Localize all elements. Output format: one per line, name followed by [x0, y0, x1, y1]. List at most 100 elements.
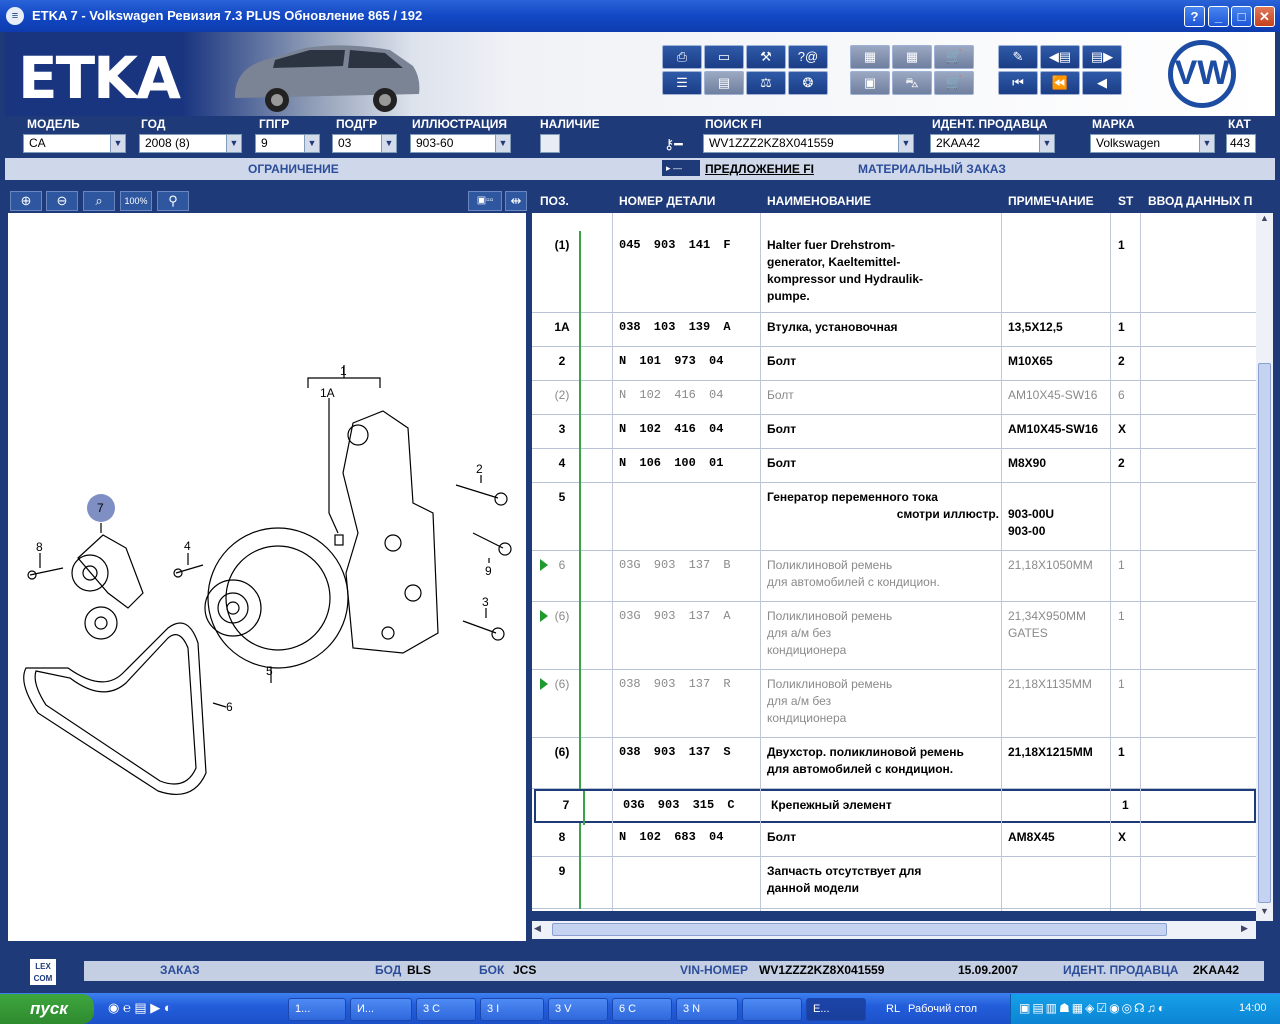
chevron-down-icon[interactable]: ▼: [1199, 134, 1215, 153]
material-order-link[interactable]: МАТЕРИАЛЬНЫЙ ЗАКАЗ: [858, 162, 1006, 176]
app-icon[interactable]: ≡: [6, 7, 24, 25]
table-row[interactable]: 1A 038 103 139 A Втулка, установочная 13,5X…: [532, 313, 1256, 347]
chevron-down-icon[interactable]: ▼: [110, 134, 126, 153]
main-group-select[interactable]: 9: [255, 134, 305, 153]
zoom-100-icon[interactable]: 100%: [120, 191, 152, 211]
next-page-icon[interactable]: ▤▶: [1082, 45, 1122, 69]
taskbar-task[interactable]: [742, 998, 802, 1021]
chevron-down-icon[interactable]: ▼: [495, 134, 511, 153]
maximize-button[interactable]: □: [1231, 6, 1252, 27]
desktop-toolbar[interactable]: Рабочий стол: [908, 1003, 977, 1015]
pin-icon[interactable]: ✎: [998, 45, 1038, 69]
tools-icon[interactable]: ⚒: [746, 45, 786, 69]
taskbar-task[interactable]: И...: [350, 998, 412, 1021]
chevron-down-icon[interactable]: ▼: [1039, 134, 1055, 153]
brand-select[interactable]: Volkswagen: [1090, 134, 1200, 153]
help-button[interactable]: ?: [1184, 6, 1205, 27]
search-icon[interactable]: ⚲: [157, 191, 189, 211]
split-resize-icon[interactable]: ⇹: [505, 191, 527, 211]
table-row[interactable]: 3 N 102 416 04 Болт AM10X45-SW16 X: [532, 415, 1256, 449]
table-row[interactable]: (2) N 102 416 04 Болт AM10X45-SW16 6: [532, 381, 1256, 415]
illustration-select[interactable]: 903-60: [410, 134, 496, 153]
minimize-button[interactable]: _: [1208, 6, 1229, 27]
taskbar-task[interactable]: 1...: [288, 998, 346, 1021]
fi-offer-link[interactable]: ПРЕДЛОЖЕНИЕ FI: [705, 162, 814, 176]
order-link[interactable]: ЗАКАЗ: [160, 963, 200, 977]
col-pos[interactable]: ПОЗ.: [540, 194, 569, 208]
table-row[interactable]: 9 Запчасть отсутствует для данной модели: [532, 857, 1256, 909]
chevron-down-icon[interactable]: ▼: [304, 134, 320, 153]
cell-name: Запчасть отсутствует для данной модели: [767, 863, 999, 897]
balance-icon[interactable]: ⚖: [746, 71, 786, 95]
fi-search-input[interactable]: WV1ZZZ2KZ8X041559: [703, 134, 899, 153]
cart-list-icon[interactable]: 🛒: [934, 45, 974, 69]
zoom-in-icon[interactable]: ⊕: [10, 191, 42, 211]
vertical-scrollbar[interactable]: ▲ ▼: [1256, 213, 1273, 921]
lang-indicator[interactable]: RL: [886, 1003, 900, 1015]
table-row[interactable]: (1) 045 903 141 F Halter fuer Drehstrom-ge…: [532, 231, 1256, 313]
scroll-thumb[interactable]: [1258, 363, 1271, 903]
table-row[interactable]: 7 03G 903 315 C Крепежный элемент 1: [534, 789, 1256, 825]
nora-icon[interactable]: ▤: [704, 71, 744, 95]
car-service-icon[interactable]: ⛍: [892, 71, 932, 95]
table-row[interactable]: (6) 03G 903 137 A Поликлиновой ремень для а…: [532, 602, 1256, 670]
tray-icons[interactable]: ▣▤▥☗▦◈☑◉◎☊♫◐: [1019, 1001, 1167, 1015]
availability-checkbox[interactable]: [540, 134, 560, 153]
catalog-value[interactable]: 443: [1226, 134, 1256, 153]
table-row[interactable]: 6 03G 903 137 B Поликлиновой ремень для авт…: [532, 551, 1256, 602]
chevron-down-icon[interactable]: ▼: [381, 134, 397, 153]
horizontal-scrollbar[interactable]: ◀ ▶: [532, 921, 1256, 939]
col-name[interactable]: НАИМЕНОВАНИЕ: [767, 194, 871, 208]
table-row[interactable]: 5 Генератор переменного тока смотри иллюст…: [532, 483, 1256, 551]
elsa-icon[interactable]: ▦: [850, 45, 890, 69]
cell-note: 903-00U 903-00: [1008, 489, 1113, 540]
start-button[interactable]: пуск: [0, 994, 94, 1024]
back-icon[interactable]: ⏪: [1040, 71, 1080, 95]
dealer-id-select[interactable]: 2KAA42: [930, 134, 1040, 153]
previous-icon[interactable]: ◀: [1082, 71, 1122, 95]
illustration-area[interactable]: 1 1A 2 3 4 5 6 7 8 9: [8, 213, 526, 941]
scroll-thumb-h[interactable]: [552, 923, 1167, 936]
cell-name: Болт: [767, 353, 999, 370]
table-row[interactable]: 8 N 102 683 04 Болт AM8X45 X: [532, 823, 1256, 857]
print-icon[interactable]: ⎙: [662, 45, 702, 69]
col-part-number[interactable]: НОМЕР ДЕТАЛИ: [619, 194, 715, 208]
taskbar-task[interactable]: 3 N: [676, 998, 738, 1021]
cart-icon[interactable]: 🛒: [934, 71, 974, 95]
col-data-entry[interactable]: ВВОД ДАННЫХ П: [1148, 194, 1254, 208]
list-icon[interactable]: ☰: [662, 71, 702, 95]
close-button[interactable]: ✕: [1254, 6, 1275, 27]
model-select[interactable]: CA: [23, 134, 111, 153]
prev-page-icon[interactable]: ◀▤: [1040, 45, 1080, 69]
chevron-down-icon[interactable]: ▼: [226, 134, 242, 153]
zoom-out-icon[interactable]: ⊖: [46, 191, 78, 211]
table-row[interactable]: (6) 038 903 137 S Двухстор. поликлиновой р…: [532, 738, 1256, 789]
taskbar-task[interactable]: 3 С: [416, 998, 476, 1021]
depot-icon[interactable]: ▦: [892, 45, 932, 69]
cell-pos: (6): [554, 677, 570, 691]
restriction-link[interactable]: ОГРАНИЧЕНИЕ: [248, 162, 339, 176]
taskbar-task[interactable]: E...: [806, 998, 866, 1021]
year-select[interactable]: 2008 (8): [139, 134, 227, 153]
table-row[interactable]: (6) 038 903 137 R Поликлиновой ремень для а…: [532, 670, 1256, 738]
table-row[interactable]: 4 N 106 100 01 Болт M8X90 2: [532, 449, 1256, 483]
taskbar-task[interactable]: 6 С: [612, 998, 672, 1021]
thumbnails-icon[interactable]: ▣▫▫: [468, 191, 502, 211]
col-st[interactable]: ST: [1118, 194, 1133, 208]
taskbar-task[interactable]: 3 V: [548, 998, 608, 1021]
computer-icon[interactable]: ▣: [850, 71, 890, 95]
cell-pos: 8: [558, 830, 566, 844]
taskbar-task[interactable]: 3 I: [480, 998, 544, 1021]
col-note[interactable]: ПРИМЕЧАНИЕ: [1008, 194, 1094, 208]
help-contact-icon[interactable]: ?@: [788, 45, 828, 69]
quicklaunch-icons[interactable]: ◉ ℮ ▤ ▶ ◐: [108, 1000, 172, 1016]
cell-st: 2: [1118, 456, 1125, 470]
first-icon[interactable]: ⏮: [998, 71, 1038, 95]
subgroup-select[interactable]: 03: [332, 134, 382, 153]
zoom-area-icon[interactable]: ⌕: [83, 191, 115, 211]
wheel-icon[interactable]: ❂: [788, 71, 828, 95]
screen-icon[interactable]: ▭: [704, 45, 744, 69]
fi-offer-icon[interactable]: ▸ —: [662, 160, 700, 176]
table-row[interactable]: 2 N 101 973 04 Болт M10X65 2: [532, 347, 1256, 381]
chevron-down-icon[interactable]: ▼: [898, 134, 914, 153]
